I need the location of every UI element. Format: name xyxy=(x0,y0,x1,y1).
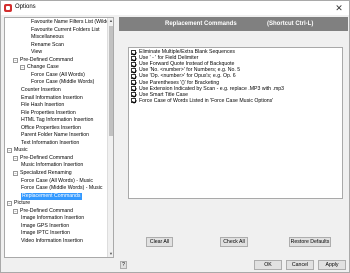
collapse-icon[interactable]: − xyxy=(13,57,18,63)
option-label: Use Forward Quote Instead of Backquote xyxy=(139,61,235,68)
tree-item-label: Image GPS Insertion xyxy=(21,222,70,229)
options-window: Options ✕ Favourite Name Filters List (W… xyxy=(0,0,350,273)
scroll-up-icon[interactable]: ▲ xyxy=(108,18,113,24)
option-label: Use 'Op. <number>' for Opus's; e.g. Op. … xyxy=(139,73,236,80)
window-title: Options xyxy=(15,4,36,10)
panel-shortcut: (Shortcut Ctrl-L) xyxy=(267,21,314,27)
ok-button[interactable]: OK xyxy=(254,260,282,270)
title-bar: Options ✕ xyxy=(1,1,349,15)
option-checkbox[interactable] xyxy=(131,86,136,92)
tree-item-label: Parent Folder Name Insertion xyxy=(21,132,90,139)
option-label: Use Extension Indicated by Scan - e.g. r… xyxy=(139,85,285,92)
tree-item-label: Pre-Defined Command xyxy=(20,154,74,161)
tree-item-label: Replacement Commands xyxy=(21,192,82,200)
restore-defaults-button[interactable]: Restore Defaults xyxy=(289,237,331,247)
tree-scrollbar[interactable]: ▲ ▼ xyxy=(107,18,113,257)
tree-item-label: Favourite Current Folders List xyxy=(31,26,100,33)
tree-item-label: Force Case (All Words) - Music xyxy=(21,177,93,184)
tree-item-label: Music Information Insertion xyxy=(21,162,84,169)
check-all-button[interactable]: Check All xyxy=(220,237,248,247)
option-checkbox[interactable] xyxy=(131,98,136,104)
tree-item-label: Pre-Defined Command xyxy=(20,56,74,63)
option-label: Use Parentheses '()' for Bracketing xyxy=(139,79,220,86)
tree-item-label: Counter Insertion xyxy=(21,86,61,93)
option-checkbox[interactable] xyxy=(131,67,136,73)
tree-item-label: File Hash Insertion xyxy=(21,102,65,109)
option-label: Use 'No. <number>' for Numbers; e.g. No.… xyxy=(139,67,241,74)
option-label: Eliminate Multiple/Extra Blank Sequences xyxy=(139,49,236,55)
tree-item-label: Video Information Insertion xyxy=(21,237,83,244)
option-checkbox[interactable] xyxy=(131,49,136,55)
close-button[interactable]: ✕ xyxy=(333,2,345,14)
tree-item-label: Force Case (Middle Words) - Music xyxy=(21,185,103,192)
option-label: Use Smart Title Case xyxy=(139,91,189,98)
tree-item-label: Text Information Insertion xyxy=(21,139,80,146)
tree-item-label: Music xyxy=(14,147,28,154)
tree-item-label: Office Properties Insertion xyxy=(21,124,81,131)
tree-item-label: HTML Tag Information Insertion xyxy=(21,117,94,124)
option-checkbox[interactable] xyxy=(131,73,136,79)
collapse-icon[interactable]: − xyxy=(13,171,18,176)
option-checkbox[interactable] xyxy=(131,61,136,67)
help-button[interactable]: ? xyxy=(120,261,127,269)
option-label: Use ' - ' for Field Delimiter xyxy=(139,55,199,62)
tree-item-label: Force Case (Middle Words) xyxy=(31,79,95,86)
tree-item-label: Pre-Defined Command xyxy=(20,207,74,214)
options-checklist: Eliminate Multiple/Extra Blank Sequences… xyxy=(128,47,343,199)
tree-item-label: Email Information Insertion xyxy=(21,94,83,101)
tree-item-label: Change Case xyxy=(27,64,59,71)
tree-item-label: View xyxy=(31,49,43,56)
app-icon xyxy=(4,4,12,12)
options-tree[interactable]: Favourite Name Filters List (Wildcar Favo… xyxy=(4,17,114,258)
tree-item-label: Specialized Renaming xyxy=(20,170,72,176)
tree-item-label: Image IPTC Insertion xyxy=(21,230,71,237)
scroll-down-icon[interactable]: ▼ xyxy=(108,251,113,257)
option-checkbox[interactable] xyxy=(131,92,136,98)
option-label: Force Case of Words Listed in 'Force Cas… xyxy=(139,97,274,104)
collapse-icon[interactable]: − xyxy=(7,201,12,207)
panel-title: Replacement Commands xyxy=(165,21,237,27)
collapse-icon[interactable]: − xyxy=(20,65,25,71)
scroll-thumb[interactable] xyxy=(109,26,113,136)
tree-item-label: Force Case (All Words) xyxy=(31,71,85,78)
clear-all-button[interactable]: Clear All xyxy=(146,237,173,247)
tree-item-label: Miscellaneous xyxy=(31,34,64,41)
tree-item-label: Picture xyxy=(14,200,31,207)
tree-item-label: Rename Scan xyxy=(31,41,64,48)
apply-button[interactable]: Apply xyxy=(318,260,346,270)
tree-item-label: Image Information Insertion xyxy=(21,215,85,222)
panel-header: Replacement Commands (Shortcut Ctrl-L) xyxy=(119,17,348,31)
tree-item-label: Favourite Name Filters List (Wildcar xyxy=(31,19,114,25)
option-checkbox[interactable] xyxy=(131,55,136,61)
option-checkbox[interactable] xyxy=(131,80,136,85)
collapse-icon[interactable]: − xyxy=(13,208,18,214)
collapse-icon[interactable]: − xyxy=(13,155,18,161)
collapse-icon[interactable]: − xyxy=(7,148,12,154)
cancel-button[interactable]: Cancel xyxy=(286,260,314,270)
tree-item-label: File Properties Insertion xyxy=(21,109,76,116)
